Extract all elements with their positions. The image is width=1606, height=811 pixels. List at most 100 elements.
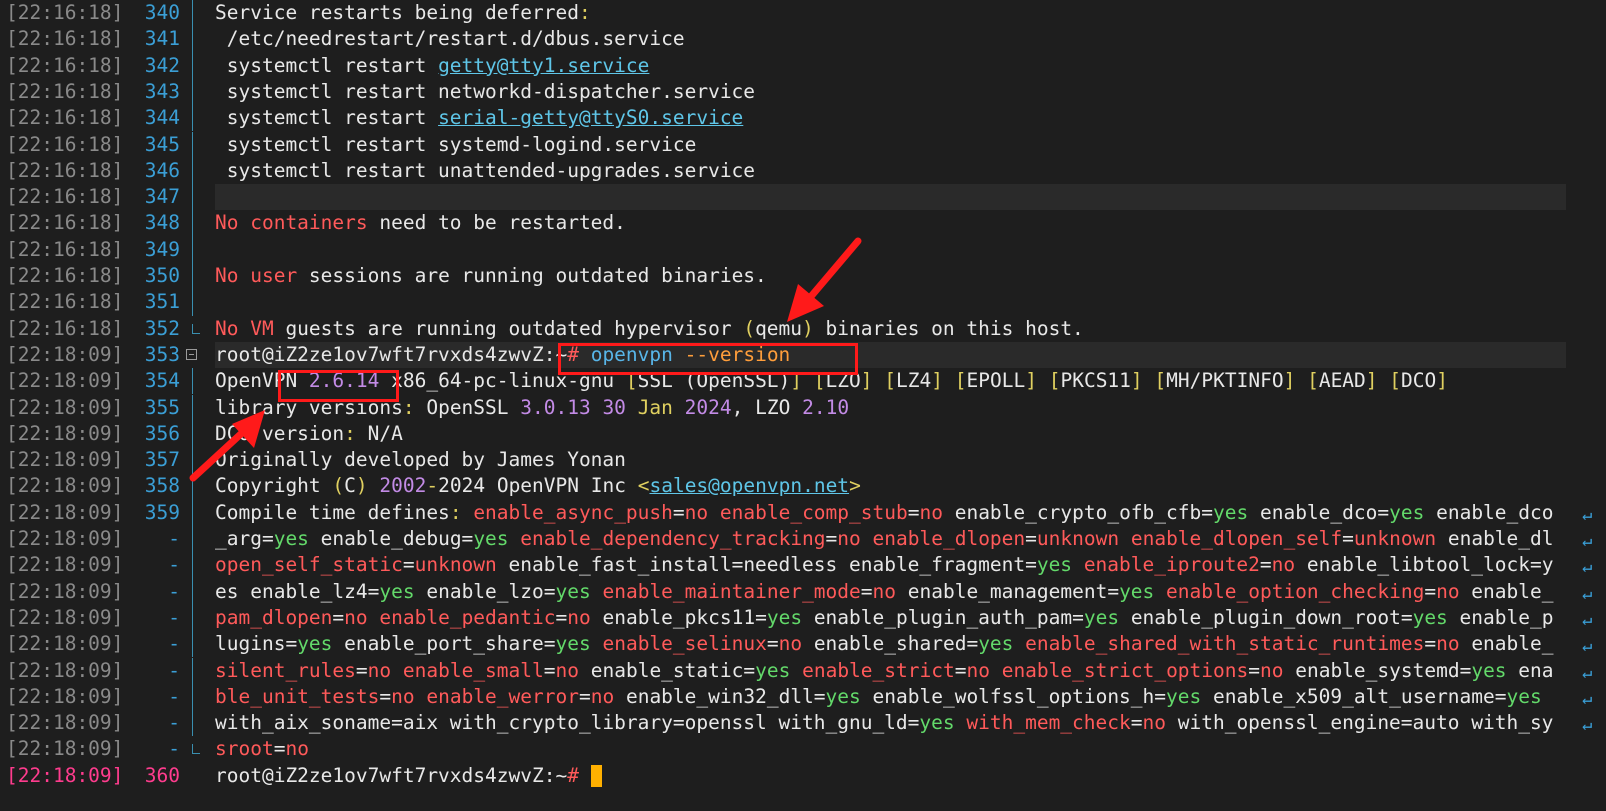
terminal-line[interactable]: [22:16:18] 347 xyxy=(0,184,1606,211)
line-wrap-icon: ↵ xyxy=(1582,715,1593,736)
line-number: - xyxy=(168,737,180,761)
timestamp: [22:16:18] xyxy=(6,158,124,182)
line-number: 349 xyxy=(144,237,180,261)
fold-guide xyxy=(192,683,193,711)
line-text: library versions: OpenSSL 3.0.13 30 Jan … xyxy=(215,395,850,419)
terminal-line[interactable]: [22:16:18] 342 systemctl restart getty@tt… xyxy=(0,52,1606,79)
version-highlight-box xyxy=(278,370,399,402)
line-text: with_aix_soname=aix with_crypto_library=… xyxy=(215,711,1554,735)
line-number: - xyxy=(168,605,180,629)
fold-guide xyxy=(192,552,193,579)
terminal-line[interactable]: [22:18:09] - silent_rules=no enable_small=… xyxy=(0,657,1606,684)
line-number: - xyxy=(168,579,180,603)
line-text: /etc/needrestart/restart.d/dbus.service xyxy=(215,27,685,51)
timestamp: [22:18:09] xyxy=(6,711,124,735)
fold-guide xyxy=(192,526,193,553)
terminal-line[interactable]: [22:18:09] 359 Compile time defines: enabl… xyxy=(0,499,1606,526)
terminal-line[interactable]: [22:18:09] - _arg=yes enable_debug=yes ena… xyxy=(0,526,1606,553)
timestamp: [22:18:09] xyxy=(6,658,124,682)
terminal-line[interactable]: [22:16:18] 346 systemctl restart unattend… xyxy=(0,157,1606,185)
line-text: open_self_static=unknown enable_fast_ins… xyxy=(215,553,1554,577)
terminal-line[interactable]: [22:18:09] - ble_unit_tests=no enable_werr… xyxy=(0,683,1606,711)
terminal-line[interactable]: [22:18:09] 357 Originally developed by Jam… xyxy=(0,447,1606,474)
terminal-line[interactable]: [22:16:18] 352 No VM guests are running ou… xyxy=(0,316,1606,342)
line-number: 342 xyxy=(144,53,180,77)
line-text: Service restarts being deferred: xyxy=(215,1,591,24)
terminal-line[interactable]: [22:18:09] - open_self_static=unknown enab… xyxy=(0,552,1606,579)
command-highlight-box xyxy=(558,343,858,375)
timestamp: [22:16:18] xyxy=(6,290,124,314)
line-text: lugins=yes enable_port_share=yes enable_… xyxy=(215,632,1554,656)
fold-guide xyxy=(192,368,193,395)
line-wrap-icon: ↵ xyxy=(1582,557,1593,578)
timestamp: [22:18:09] xyxy=(6,395,124,419)
line-text: systemctl restart getty@tty1.service xyxy=(215,53,650,77)
terminal-line[interactable]: [22:16:18] 340 Service restarts being defe… xyxy=(0,0,1606,27)
timestamp: [22:16:18] xyxy=(6,1,124,24)
line-text: No VM guests are running outdated hyperv… xyxy=(215,316,1084,340)
terminal-line[interactable]: [22:16:18] 341 /etc/needrestart/restart.d… xyxy=(0,26,1606,53)
timestamp: [22:18:09] xyxy=(6,605,124,629)
fold-guide xyxy=(192,157,193,185)
line-text: Compile time defines: enable_async_push=… xyxy=(215,500,1554,524)
line-number: 358 xyxy=(144,474,180,498)
line-wrap-icon: ↵ xyxy=(1582,636,1593,657)
fold-guide xyxy=(192,105,193,132)
terminal-line[interactable]: [22:18:09] - pam_dlopen=no enable_pedantic… xyxy=(0,604,1606,632)
fold-guide xyxy=(192,420,193,448)
terminal-line[interactable]: [22:16:18] 351 xyxy=(0,289,1606,316)
line-text: silent_rules=no enable_small=no enable_s… xyxy=(215,658,1554,682)
terminal-line[interactable]: [22:16:18] 344 systemctl restart serial-g… xyxy=(0,105,1606,132)
fold-collapse-icon[interactable] xyxy=(186,348,197,360)
line-text: systemctl restart serial-getty@ttyS0.ser… xyxy=(215,106,744,130)
fold-guide xyxy=(192,78,193,106)
timestamp: [22:16:18] xyxy=(6,79,124,103)
line-number: - xyxy=(168,684,180,708)
terminal-line[interactable]: [22:16:18] 349 xyxy=(0,236,1606,263)
line-text: es enable_lz4=yes enable_lzo=yes enable_… xyxy=(215,579,1554,603)
line-text: _arg=yes enable_debug=yes enable_depende… xyxy=(215,527,1554,550)
line-number: 347 xyxy=(144,185,180,209)
line-number: - xyxy=(168,632,180,656)
timestamp: [22:18:09] xyxy=(6,763,124,787)
line-text: No user sessions are running outdated bi… xyxy=(215,264,767,287)
terminal-line[interactable]: [22:16:18] 345 systemctl restart systemd-… xyxy=(0,131,1606,158)
line-text: OpenVPN 2.6.14 x86_64-pc-linux-gnu [SSL … xyxy=(215,369,1449,393)
fold-guide xyxy=(192,447,193,474)
timestamp: [22:16:18] xyxy=(6,132,124,156)
line-text: Originally developed by James Yonan xyxy=(215,448,626,472)
line-number: 350 xyxy=(144,264,180,287)
line-number: 344 xyxy=(144,106,180,130)
terminal-line[interactable]: [22:16:18] 348 No containers need to be re… xyxy=(0,210,1606,237)
terminal-line[interactable]: [22:16:18] 343 systemctl restart networkd… xyxy=(0,78,1606,106)
fold-guide xyxy=(192,210,193,237)
terminal-line[interactable]: [22:16:18] 350 No user sessions are runnin… xyxy=(0,263,1606,290)
timestamp: [22:16:18] xyxy=(6,211,124,235)
fold-guide xyxy=(192,604,193,632)
fold-guide xyxy=(192,289,193,316)
terminal-line[interactable]: [22:18:09] 360 root@iZ2ze1ov7wft7rvxds4zwv… xyxy=(0,763,1606,789)
terminal-line[interactable]: [22:18:09] - with_aix_soname=aix with_cryp… xyxy=(0,710,1606,737)
line-number: 343 xyxy=(144,79,180,103)
terminal-line[interactable]: [22:18:09] - sroot=no xyxy=(0,736,1606,762)
terminal-line[interactable]: [22:18:09] 358 Copyright (C) 2002-2024 Ope… xyxy=(0,473,1606,500)
line-number: - xyxy=(168,711,180,735)
terminal-line[interactable]: [22:18:09] 356 DCO version: N/A xyxy=(0,420,1606,448)
line-text: ble_unit_tests=no enable_werror=no enabl… xyxy=(215,684,1542,708)
terminal-line[interactable]: [22:18:09] - lugins=yes enable_port_share=… xyxy=(0,631,1606,658)
line-number: 340 xyxy=(144,1,180,24)
line-number: 360 xyxy=(144,763,180,787)
line-number: 345 xyxy=(144,132,180,156)
timestamp: [22:18:09] xyxy=(6,342,124,366)
line-number: 359 xyxy=(144,500,180,524)
line-number: - xyxy=(168,553,180,577)
line-text: sroot=no xyxy=(215,737,309,761)
line-number: 354 xyxy=(144,369,180,393)
timestamp: [22:16:18] xyxy=(6,106,124,130)
line-number: 348 xyxy=(144,211,180,235)
timestamp: [22:16:18] xyxy=(6,316,124,340)
terminal-line[interactable]: [22:18:09] - es enable_lz4=yes enable_lzo=… xyxy=(0,578,1606,605)
fold-guide xyxy=(192,263,193,290)
terminal-line[interactable]: [22:18:09] 355 library versions: OpenSSL 3… xyxy=(0,394,1606,421)
line-number: 355 xyxy=(144,395,180,419)
